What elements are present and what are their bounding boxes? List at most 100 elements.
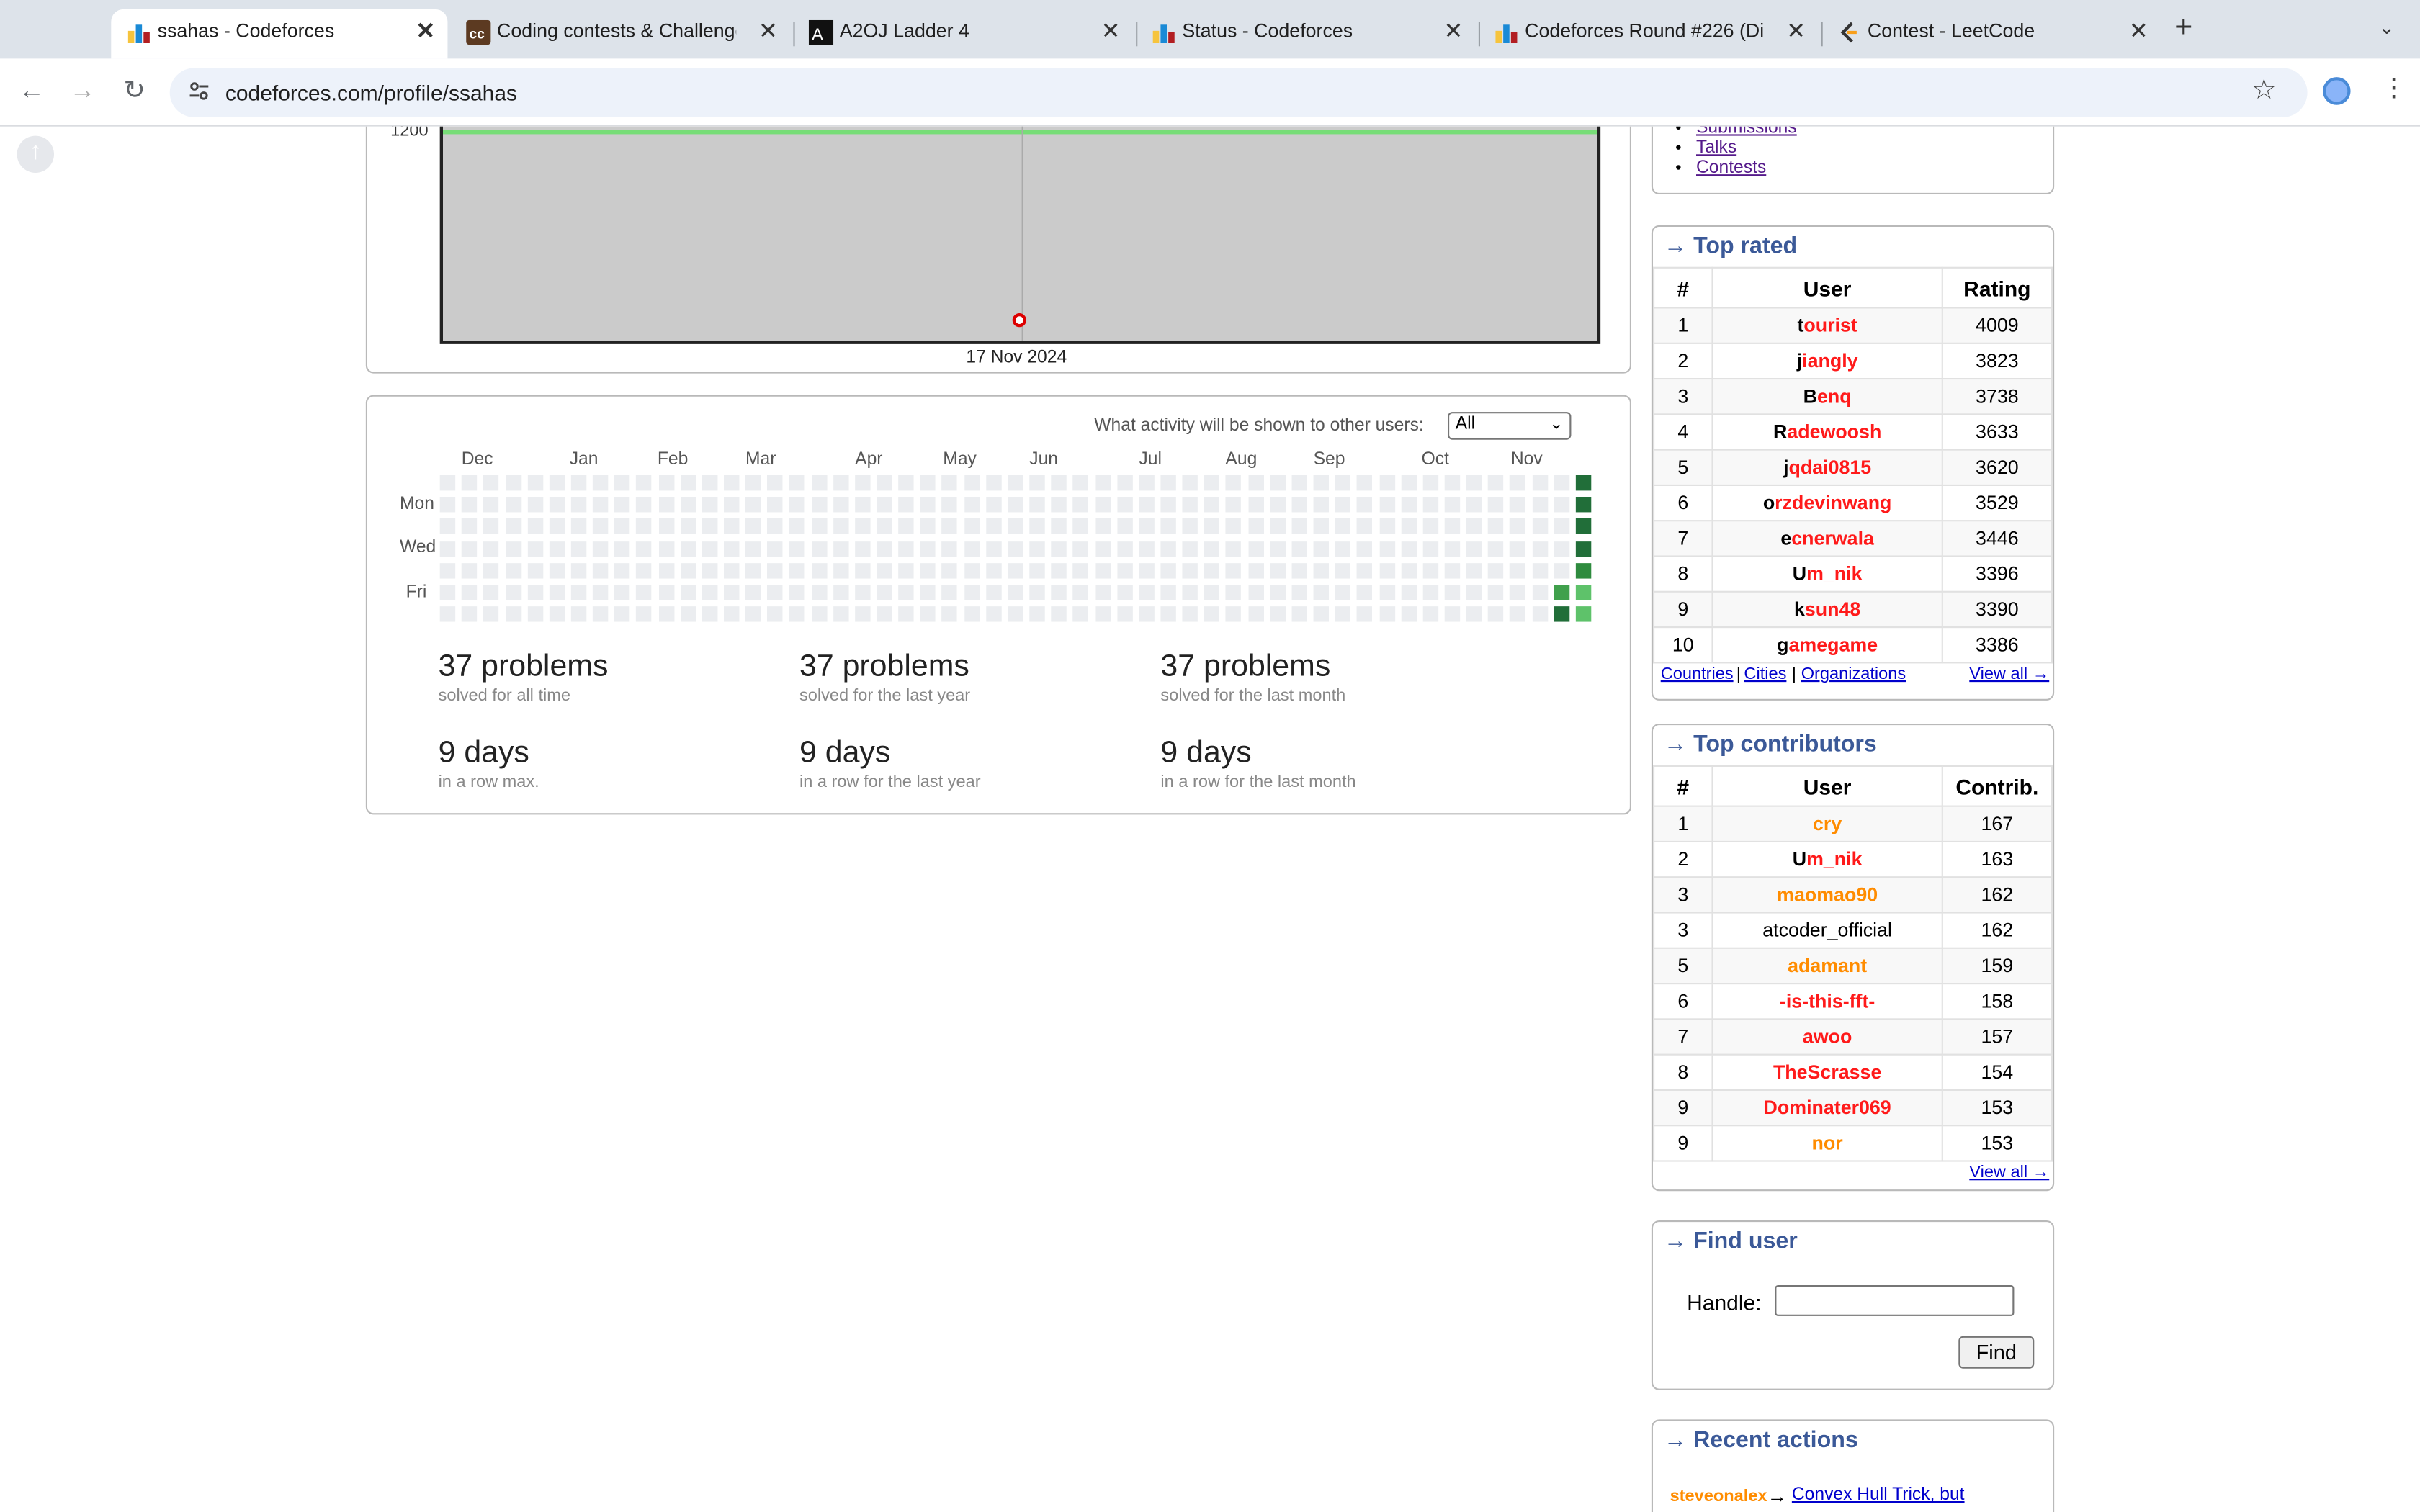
activity-cell[interactable]	[592, 475, 609, 491]
activity-cell[interactable]	[1357, 541, 1373, 557]
activity-cell[interactable]	[1444, 497, 1460, 513]
activity-cell[interactable]	[1488, 584, 1504, 600]
activity-cell[interactable]	[789, 606, 805, 622]
activity-cell[interactable]	[526, 475, 543, 491]
activity-cell[interactable]	[1116, 541, 1133, 557]
activity-cell[interactable]	[1400, 475, 1417, 491]
activity-cell[interactable]	[702, 518, 717, 535]
activity-cell[interactable]	[1008, 606, 1023, 622]
activity-cell[interactable]	[1029, 541, 1045, 557]
activity-cell[interactable]	[549, 475, 565, 491]
activity-cell[interactable]	[1116, 606, 1133, 622]
activity-cell[interactable]	[1335, 475, 1351, 491]
activity-cell[interactable]	[439, 497, 456, 513]
activity-cell[interactable]	[1204, 562, 1220, 578]
activity-cell[interactable]	[898, 518, 914, 535]
extension-icon[interactable]	[2323, 77, 2351, 105]
activity-cell[interactable]	[549, 606, 565, 622]
activity-cell[interactable]	[1204, 497, 1220, 513]
user-cell[interactable]: adamant	[1711, 947, 1943, 985]
activity-cell[interactable]	[658, 497, 674, 513]
activity-cell[interactable]	[483, 475, 499, 491]
activity-cell[interactable]	[1291, 497, 1307, 513]
activity-cell[interactable]	[1553, 475, 1569, 491]
top-contributors-title[interactable]: → Top contributors	[1664, 732, 1877, 757]
activity-cell[interactable]	[1400, 606, 1417, 622]
activity-cell[interactable]	[462, 541, 478, 557]
activity-cell[interactable]	[1029, 475, 1045, 491]
back-arrow-icon[interactable]: ←	[19, 76, 45, 107]
activity-cell[interactable]	[767, 518, 784, 535]
activity-cell[interactable]	[1073, 497, 1089, 513]
activity-cell[interactable]	[1444, 562, 1460, 578]
activity-cell[interactable]	[680, 497, 696, 513]
activity-cell[interactable]	[723, 518, 740, 535]
activity-cell[interactable]	[745, 518, 761, 535]
activity-cell[interactable]	[1247, 541, 1264, 557]
activity-cell[interactable]	[1182, 497, 1198, 513]
activity-cell[interactable]	[1160, 562, 1176, 578]
activity-cell[interactable]	[1291, 562, 1307, 578]
activity-cell[interactable]	[811, 541, 827, 557]
activity-cell[interactable]	[462, 562, 478, 578]
activity-cell[interactable]	[1051, 518, 1067, 535]
activity-cell[interactable]	[920, 606, 936, 622]
activity-cell[interactable]	[1357, 475, 1373, 491]
activity-cell[interactable]	[1138, 541, 1155, 557]
activity-cell[interactable]	[1226, 584, 1242, 600]
activity-cell[interactable]	[985, 475, 1002, 491]
activity-cell[interactable]	[1138, 606, 1155, 622]
activity-cell[interactable]	[1160, 497, 1176, 513]
activity-cell[interactable]	[854, 606, 871, 622]
activity-cell[interactable]	[1400, 497, 1417, 513]
activity-cell[interactable]	[1138, 518, 1155, 535]
activity-cell[interactable]	[964, 518, 980, 535]
activity-cell[interactable]	[526, 541, 543, 557]
activity-cell[interactable]	[1269, 562, 1286, 578]
activity-cell[interactable]	[1291, 606, 1307, 622]
activity-cell[interactable]	[745, 562, 761, 578]
activity-cell[interactable]	[439, 606, 456, 622]
activity-cell[interactable]	[636, 518, 653, 535]
activity-cell[interactable]	[1488, 475, 1504, 491]
activity-cell[interactable]	[1422, 541, 1438, 557]
activity-cell[interactable]	[1226, 606, 1242, 622]
activity-cell[interactable]	[1335, 497, 1351, 513]
forward-arrow-icon[interactable]: →	[69, 76, 95, 107]
activity-cell[interactable]	[680, 475, 696, 491]
activity-cell[interactable]	[723, 475, 740, 491]
activity-cell[interactable]	[1379, 562, 1395, 578]
user-cell[interactable]: atcoder_official	[1711, 912, 1943, 949]
activity-cell[interactable]	[1379, 541, 1395, 557]
activity-cell[interactable]	[1313, 497, 1329, 513]
tab-leetcode[interactable]: Contest - LeetCode ✕	[1821, 9, 2161, 59]
activity-cell[interactable]	[1073, 584, 1089, 600]
activity-cell[interactable]	[833, 562, 848, 578]
activity-cell[interactable]	[592, 562, 609, 578]
contests-link[interactable]: Contests	[1696, 159, 1766, 178]
activity-cell[interactable]	[1116, 497, 1133, 513]
activity-cell[interactable]	[483, 606, 499, 622]
activity-cell[interactable]	[1444, 518, 1460, 535]
activity-cell[interactable]	[1160, 606, 1176, 622]
menu-kebab-icon[interactable]: ⋮	[2381, 73, 2406, 104]
activity-cell[interactable]	[1095, 584, 1111, 600]
activity-cell[interactable]	[526, 518, 543, 535]
activity-cell[interactable]	[898, 562, 914, 578]
activity-cell[interactable]	[745, 475, 761, 491]
top-rated-title[interactable]: → Top rated	[1664, 233, 1797, 259]
address-bar[interactable]: codeforces.com/profile/ssahas ☆	[169, 68, 2308, 117]
activity-cell[interactable]	[1379, 518, 1395, 535]
user-cell[interactable]: jiangly	[1711, 342, 1943, 380]
activity-cell[interactable]	[549, 562, 565, 578]
activity-cell[interactable]	[1029, 518, 1045, 535]
activity-cell[interactable]	[964, 541, 980, 557]
activity-cell[interactable]	[439, 518, 456, 535]
activity-cell[interactable]	[1008, 541, 1023, 557]
activity-cell[interactable]	[1247, 518, 1264, 535]
activity-cell[interactable]	[1510, 475, 1525, 491]
activity-cell[interactable]	[462, 584, 478, 600]
activity-cell[interactable]	[1379, 584, 1395, 600]
activity-cell[interactable]	[439, 562, 456, 578]
activity-cell[interactable]	[1444, 606, 1460, 622]
